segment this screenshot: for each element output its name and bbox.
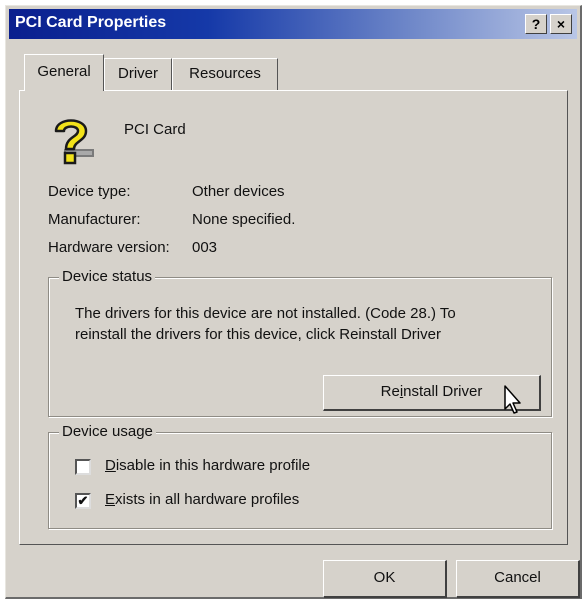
tab-resources[interactable]: Resources: [172, 58, 278, 90]
hardware-version-label: Hardware version:: [48, 239, 170, 256]
properties-dialog: PCI Card Properties ? × General Driver R…: [5, 5, 582, 599]
device-status-message: The drivers for this device are not inst…: [75, 303, 535, 345]
disable-profile-label[interactable]: Disable in this hardware profile: [105, 457, 310, 474]
hardware-version-value: 003: [192, 239, 218, 256]
status-line-2: reinstall the drivers for this device, c…: [75, 326, 441, 343]
ok-button[interactable]: OK: [323, 560, 447, 598]
checkmark-icon: ✔: [77, 493, 89, 508]
unknown-device-question-icon: [54, 119, 94, 165]
device-usage-group: Device usage Disable in this hardware pr…: [48, 423, 552, 529]
device-status-legend: Device status: [59, 268, 156, 285]
device-type-label: Device type:: [48, 183, 131, 200]
help-button[interactable]: ?: [525, 14, 547, 34]
disable-profile-hotkey: D: [105, 457, 116, 474]
exists-profiles-checkbox[interactable]: ✔: [75, 493, 91, 509]
close-icon: ×: [556, 16, 566, 32]
disable-profile-text: isable in this hardware profile: [115, 457, 311, 474]
mouse-pointer-icon: [504, 385, 521, 414]
status-line-1: The drivers for this device are not inst…: [75, 305, 456, 322]
disable-profile-checkbox[interactable]: [75, 459, 91, 475]
device-type-value: Other devices: [192, 183, 285, 200]
exists-profiles-hotkey: E: [105, 491, 116, 508]
device-usage-legend: Device usage: [59, 423, 156, 440]
close-button[interactable]: ×: [550, 14, 572, 34]
manufacturer-value: None specified.: [192, 211, 296, 228]
device-status-group: Device status The drivers for this devic…: [48, 268, 552, 417]
device-name: PCI Card: [124, 121, 186, 138]
general-tab-panel: PCI Card Device type: Other devices Manu…: [19, 90, 568, 545]
tab-driver[interactable]: Driver: [104, 58, 172, 90]
exists-profiles-text: xists in all hardware profiles: [115, 491, 300, 508]
manufacturer-label: Manufacturer:: [48, 211, 141, 228]
exists-profiles-label[interactable]: Exists in all hardware profiles: [105, 491, 299, 508]
title-bar[interactable]: PCI Card Properties ? ×: [9, 9, 577, 39]
window-title: PCI Card Properties: [15, 14, 167, 31]
help-icon: ?: [531, 16, 541, 32]
reinstall-label-suffix: nstall Driver: [403, 383, 483, 400]
cancel-button[interactable]: Cancel: [456, 560, 580, 598]
tab-general[interactable]: General: [24, 54, 104, 91]
reinstall-label-prefix: Re: [380, 383, 400, 400]
